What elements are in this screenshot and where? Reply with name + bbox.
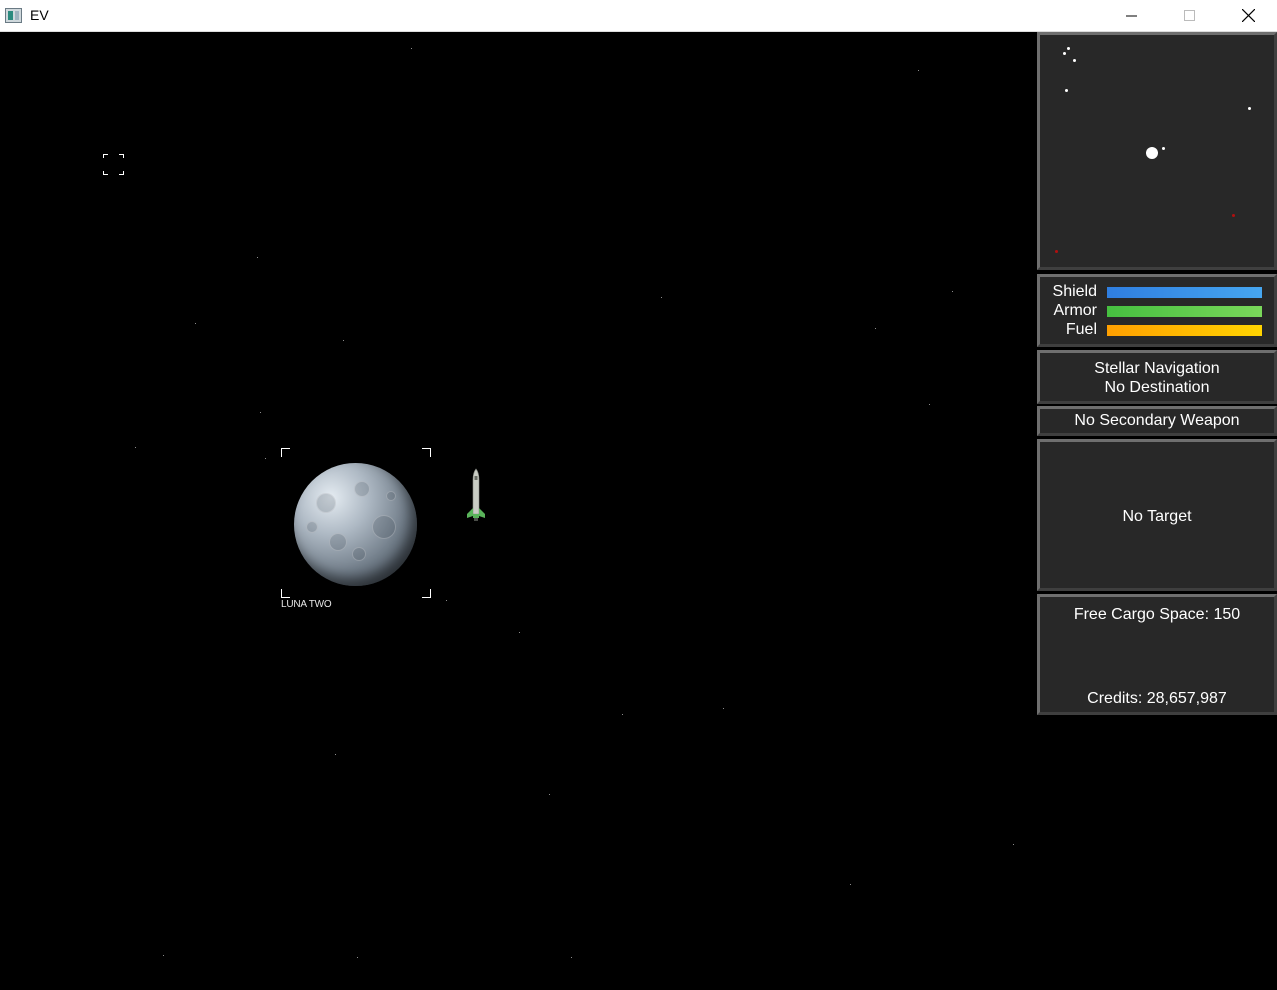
star bbox=[357, 957, 358, 958]
shield-bar-fill bbox=[1107, 287, 1262, 298]
radar-player-blip bbox=[1162, 147, 1165, 150]
armor-bar-fill bbox=[1107, 306, 1262, 317]
star bbox=[875, 328, 876, 329]
fuel-row: Fuel bbox=[1040, 320, 1274, 339]
planet-label: LUNA TWO bbox=[281, 599, 332, 610]
close-button[interactable] bbox=[1219, 0, 1277, 31]
navigation-panel: Stellar Navigation No Destination bbox=[1037, 350, 1277, 404]
star bbox=[257, 257, 258, 258]
space-viewport[interactable]: LUNA TWO bbox=[0, 32, 1037, 990]
maximize-button[interactable] bbox=[1161, 0, 1219, 31]
star bbox=[571, 957, 572, 958]
radar-blip bbox=[1065, 89, 1068, 92]
navigation-destination: No Destination bbox=[1104, 379, 1210, 396]
minimize-button[interactable] bbox=[1103, 0, 1161, 31]
target-label: No Target bbox=[1122, 508, 1192, 525]
star bbox=[195, 323, 196, 324]
secondary-weapon-label: No Secondary Weapon bbox=[1074, 412, 1240, 429]
fuel-label: Fuel bbox=[1065, 321, 1097, 338]
radar-hostile-blip bbox=[1232, 214, 1235, 217]
star bbox=[260, 412, 261, 413]
cargo-panel: Free Cargo Space: 150 Credits: 28,657,98… bbox=[1037, 594, 1277, 715]
star bbox=[952, 291, 953, 292]
radar-planet-blip bbox=[1146, 147, 1158, 159]
star bbox=[918, 70, 919, 71]
star bbox=[135, 447, 136, 448]
fuel-bar-fill bbox=[1107, 325, 1262, 336]
planet-selection-brackets bbox=[281, 448, 431, 598]
secondary-weapon-panel: No Secondary Weapon bbox=[1037, 406, 1277, 436]
window-title: EV bbox=[30, 7, 49, 23]
armor-row: Armor bbox=[1040, 301, 1274, 320]
star bbox=[622, 714, 623, 715]
shield-label: Shield bbox=[1052, 283, 1097, 300]
star bbox=[446, 600, 447, 601]
nav-reticle bbox=[103, 154, 124, 175]
radar-blip bbox=[1063, 52, 1066, 55]
credits-label: Credits: 28,657,987 bbox=[1087, 690, 1227, 707]
star bbox=[335, 754, 336, 755]
fuel-bar bbox=[1107, 325, 1262, 336]
star bbox=[163, 955, 164, 956]
target-panel: No Target bbox=[1037, 439, 1277, 591]
star bbox=[265, 458, 266, 459]
star bbox=[850, 884, 851, 885]
hud-sidebar: Shield Armor Fuel Stellar Navigation No … bbox=[1037, 32, 1277, 990]
app-icon bbox=[5, 8, 22, 23]
radar-blip bbox=[1067, 47, 1070, 50]
radar-blip bbox=[1248, 107, 1251, 110]
radar-hostile-blip bbox=[1055, 250, 1058, 253]
star bbox=[1013, 844, 1014, 845]
free-cargo-label: Free Cargo Space: 150 bbox=[1073, 606, 1241, 623]
armor-label: Armor bbox=[1053, 302, 1097, 319]
maximize-icon bbox=[1184, 9, 1195, 21]
close-icon bbox=[1241, 9, 1255, 22]
star bbox=[929, 404, 930, 405]
armor-bar bbox=[1107, 306, 1262, 317]
star bbox=[343, 340, 344, 341]
navigation-title: Stellar Navigation bbox=[1094, 360, 1220, 377]
star bbox=[723, 708, 724, 709]
player-ship bbox=[467, 468, 485, 521]
star bbox=[661, 297, 662, 298]
star bbox=[519, 632, 520, 633]
window-titlebar: EV bbox=[0, 0, 1277, 32]
shield-bar bbox=[1107, 287, 1262, 298]
star bbox=[411, 48, 412, 49]
minimize-icon bbox=[1126, 15, 1137, 16]
radar-panel bbox=[1037, 32, 1277, 270]
shield-row: Shield bbox=[1040, 282, 1274, 301]
star bbox=[549, 794, 550, 795]
status-panel: Shield Armor Fuel bbox=[1037, 274, 1277, 347]
radar-blip bbox=[1073, 59, 1076, 62]
